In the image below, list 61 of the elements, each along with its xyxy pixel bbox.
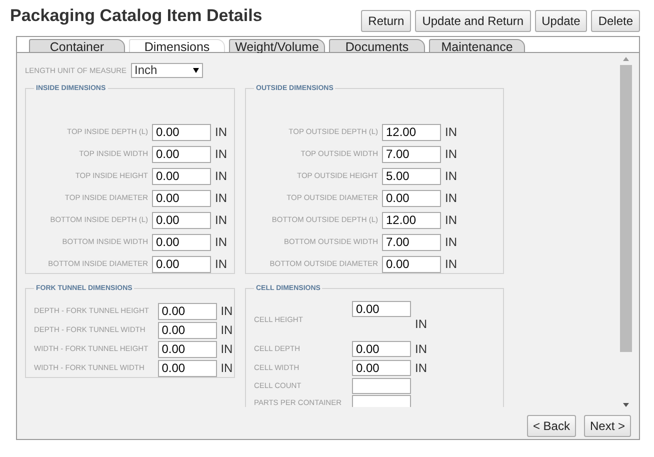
input-field[interactable]: 0.00 xyxy=(352,360,411,376)
tab[interactable]: Dimensions xyxy=(129,39,225,52)
unit-label: IN xyxy=(215,256,228,273)
input-field[interactable]: 0.00 xyxy=(152,146,211,162)
nav-button[interactable]: < Back xyxy=(526,415,576,437)
input-field[interactable] xyxy=(352,378,411,394)
unit-label: IN xyxy=(445,190,458,207)
tab[interactable]: Documents xyxy=(329,39,425,52)
action-button[interactable]: Delete xyxy=(591,10,640,32)
input-field[interactable]: 0.00 xyxy=(158,302,217,320)
input-field[interactable]: 0.00 xyxy=(352,341,411,357)
input-field[interactable]: 0.00 xyxy=(382,190,441,206)
input-field[interactable]: 0.00 xyxy=(158,360,217,376)
unit-label: IN xyxy=(415,360,428,377)
unit-label: IN xyxy=(445,234,458,251)
input-field[interactable]: 0.00 xyxy=(352,301,411,317)
unit-label: IN xyxy=(220,360,234,377)
unit-label: IN xyxy=(215,234,228,251)
unit-label: IN xyxy=(445,168,458,185)
scroll-up-icon[interactable] xyxy=(623,57,629,61)
nav-button[interactable]: Next > xyxy=(584,415,631,437)
input-field[interactable]: 0.00 xyxy=(382,256,441,272)
unit-label: IN xyxy=(215,146,228,163)
input-field[interactable]: 7.00 xyxy=(382,146,441,162)
unit-label: IN xyxy=(215,212,228,229)
unit-dropdown[interactable]: Inch xyxy=(130,63,203,78)
unit-label: IN xyxy=(415,341,428,358)
input-field[interactable]: 0.00 xyxy=(152,212,211,228)
input-field[interactable]: 0.00 xyxy=(152,168,211,184)
unit-label: IN xyxy=(215,168,228,185)
unit-label: IN xyxy=(220,322,234,339)
action-button[interactable]: Update xyxy=(534,10,588,32)
unit-label: IN xyxy=(445,124,458,141)
input-field[interactable]: 0.00 xyxy=(152,190,211,206)
scrollbar[interactable] xyxy=(619,57,633,407)
unit-label: IN xyxy=(445,212,458,229)
unit-label: IN xyxy=(220,341,234,358)
input-field[interactable]: 0.00 xyxy=(152,124,211,140)
unit-label: IN xyxy=(215,124,228,141)
unit-label: IN xyxy=(415,316,428,333)
unit-label: IN xyxy=(220,303,234,320)
input-field[interactable]: 5.00 xyxy=(382,168,441,184)
unit-label: IN xyxy=(445,256,458,273)
input-field[interactable] xyxy=(352,395,411,407)
tab[interactable]: Weight/Volume xyxy=(229,39,325,52)
input-field[interactable]: 0.00 xyxy=(152,234,211,250)
action-button[interactable]: Return xyxy=(361,10,412,32)
tab[interactable]: Container xyxy=(29,39,125,52)
action-button[interactable]: Update and Return xyxy=(415,10,531,32)
tab[interactable]: Maintenance xyxy=(429,39,525,52)
input-field[interactable]: 0.00 xyxy=(152,256,211,272)
input-field[interactable]: 12.00 xyxy=(382,124,441,140)
dropdown-arrow-icon xyxy=(192,68,199,73)
page-title: Packaging Catalog Item Details xyxy=(10,6,262,26)
unit-label: IN xyxy=(215,190,228,207)
input-field[interactable]: 12.00 xyxy=(382,212,441,228)
scroll-down-icon[interactable] xyxy=(623,403,629,407)
input-field[interactable]: 0.00 xyxy=(158,322,217,338)
input-field[interactable]: 0.00 xyxy=(158,340,217,358)
unit-label: IN xyxy=(445,146,458,163)
input-field[interactable]: 7.00 xyxy=(382,234,441,250)
